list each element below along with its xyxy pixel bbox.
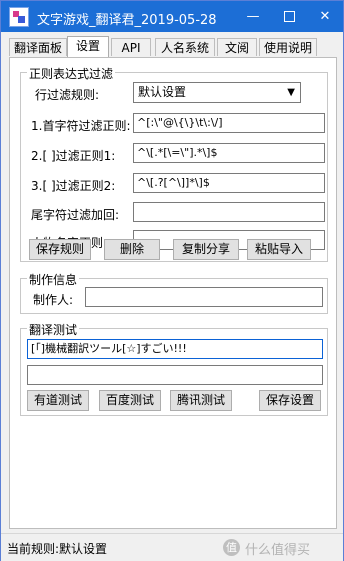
app-icon: [9, 7, 29, 27]
title-bar: 文字游戏_翻译君_2019-05-28 — ✕: [1, 1, 343, 32]
paste-import-button[interactable]: 粘贴导入: [247, 239, 311, 260]
status-bar: 当前规则:默认设置 值 什么值得买: [1, 533, 343, 561]
copy-share-button[interactable]: 复制分享: [173, 239, 239, 260]
watermark-text: 什么值得买: [245, 543, 311, 558]
maximize-icon: [283, 11, 295, 22]
author-label: 制作人:: [33, 293, 74, 307]
tab-api[interactable]: API: [111, 38, 151, 56]
tail-filter-input[interactable]: [133, 202, 325, 222]
save-rules-button[interactable]: 保存规则: [29, 239, 91, 260]
rule3-input[interactable]: ^\[.?[^\]]*\]$: [133, 173, 325, 193]
rule1-input[interactable]: ^[:\"@\{\}\t\:\/]: [133, 113, 325, 133]
tab-name-system[interactable]: 人名系统: [155, 38, 215, 56]
delete-button[interactable]: 删除: [104, 239, 160, 260]
tail-filter-label: 尾字符过滤加回:: [31, 208, 120, 222]
regex-group: 正则表达式过滤 行过滤规则: 默认设置 ▼ 1.首字符过滤正则: ^[:\"@\…: [20, 65, 328, 262]
tencent-test-button[interactable]: 腾讯测试: [170, 390, 232, 411]
chevron-down-icon: ▼: [287, 87, 295, 98]
author-input[interactable]: [85, 287, 323, 307]
save-settings-button[interactable]: 保存设置: [259, 390, 321, 411]
tab-translate-panel[interactable]: 翻译面板: [9, 38, 67, 56]
tab-settings[interactable]: 设置: [67, 36, 109, 57]
rule2-input[interactable]: ^\[.*[\=\"].*\]$: [133, 143, 325, 163]
tab-reading[interactable]: 文阅: [217, 38, 257, 56]
rule1-label: 1.首字符过滤正则:: [31, 119, 131, 133]
test-group-title: 翻译测试: [27, 321, 80, 338]
test-input[interactable]: [「]機械翻訳ツール[☆]すごい!!!: [27, 339, 323, 359]
credits-group: 制作信息 制作人:: [20, 271, 328, 314]
tab-help[interactable]: 使用说明: [259, 38, 317, 56]
app-window: 文字游戏_翻译君_2019-05-28 — ✕ 翻译面板 设置 API 人名系统…: [0, 0, 344, 561]
maximize-button[interactable]: [271, 1, 307, 32]
status-text: 当前规则:默认设置: [7, 542, 108, 556]
regex-group-title: 正则表达式过滤: [27, 65, 116, 82]
credits-group-title: 制作信息: [27, 271, 80, 288]
settings-panel: 正则表达式过滤 行过滤规则: 默认设置 ▼ 1.首字符过滤正则: ^[:\"@\…: [9, 57, 337, 529]
line-filter-label: 行过滤规则:: [35, 88, 100, 102]
line-filter-select[interactable]: 默认设置 ▼: [133, 82, 301, 103]
minimize-button[interactable]: —: [235, 1, 271, 32]
close-button[interactable]: ✕: [307, 1, 343, 32]
baidu-test-button[interactable]: 百度测试: [99, 390, 161, 411]
window-title: 文字游戏_翻译君_2019-05-28: [37, 13, 217, 28]
line-filter-value: 默认设置: [138, 85, 187, 99]
watermark-icon: 值: [223, 539, 240, 556]
rule3-label: 3.[ ]过滤正则2:: [31, 179, 116, 193]
test-output[interactable]: [27, 365, 323, 385]
rule2-label: 2.[ ]过滤正则1:: [31, 149, 116, 163]
youdao-test-button[interactable]: 有道测试: [27, 390, 89, 411]
